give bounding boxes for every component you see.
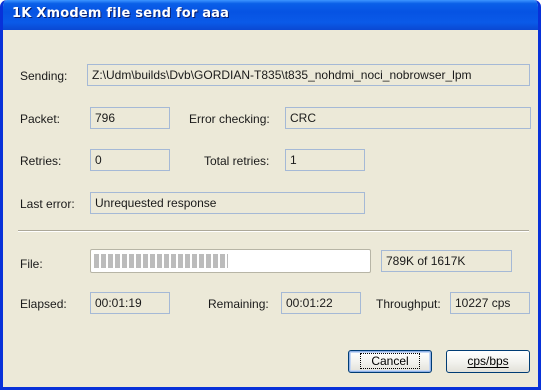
- last-error-label: Last error:: [20, 197, 75, 211]
- elapsed-label: Elapsed:: [20, 297, 67, 311]
- remaining-field: 00:01:22: [281, 292, 361, 314]
- cancel-button-label: Cancel: [360, 353, 420, 369]
- file-progress-text: 789K of 1617K: [381, 250, 512, 272]
- separator: [18, 230, 529, 232]
- xmodem-send-dialog: 1K Xmodem file send for aaa Sending: Z:\…: [0, 0, 541, 390]
- file-progress-bar: [90, 249, 371, 273]
- window-title: 1K Xmodem file send for aaa: [12, 6, 230, 21]
- retries-label: Retries:: [20, 154, 62, 168]
- remaining-label: Remaining:: [208, 297, 269, 311]
- elapsed-field: 00:01:19: [90, 292, 170, 314]
- file-progress-fill: [94, 254, 228, 268]
- total-retries-label: Total retries:: [204, 154, 270, 168]
- total-retries-field: 1: [285, 149, 365, 171]
- error-checking-label: Error checking:: [189, 112, 270, 126]
- file-label: File:: [20, 257, 43, 271]
- error-checking-field: CRC: [285, 107, 531, 129]
- retries-field: 0: [90, 149, 170, 171]
- throughput-label: Throughput:: [376, 297, 441, 311]
- cps-bps-button-label: cps/bps: [467, 354, 509, 368]
- cancel-button[interactable]: Cancel: [348, 350, 432, 373]
- sending-path-field: Z:\Udm\builds\Dvb\GORDIAN-T835\t835_nohd…: [87, 64, 530, 86]
- sending-label: Sending:: [20, 69, 68, 83]
- packet-field: 796: [90, 107, 170, 129]
- packet-label: Packet:: [20, 112, 61, 126]
- cps-bps-button[interactable]: cps/bps: [446, 350, 530, 373]
- last-error-field: Unrequested response: [90, 192, 365, 214]
- title-bar[interactable]: 1K Xmodem file send for aaa: [3, 0, 538, 30]
- throughput-field: 10227 cps: [450, 292, 530, 314]
- dialog-body: Sending: Z:\Udm\builds\Dvb\GORDIAN-T835\…: [3, 30, 538, 387]
